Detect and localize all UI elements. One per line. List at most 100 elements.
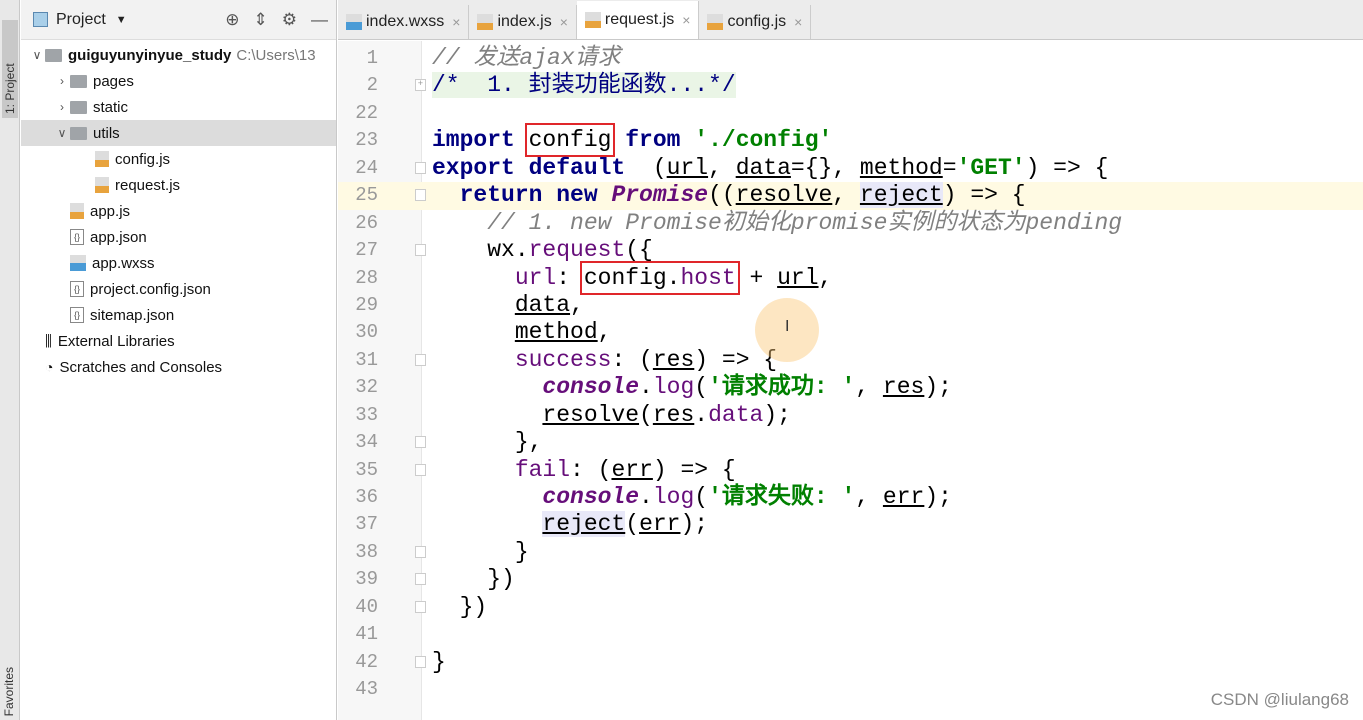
project-view-dropdown[interactable]: Project xyxy=(56,11,106,29)
favorites-tool-button[interactable]: Favorites xyxy=(2,667,16,716)
collapse-all-icon[interactable]: ⇕ xyxy=(254,10,268,30)
tool-window-strip: 1: Project Favorites xyxy=(0,0,20,720)
collapse-fold-icon[interactable] xyxy=(415,353,426,366)
tab-label: index.js xyxy=(497,13,552,30)
code-line: 32 console.log('请求成功: ', res); xyxy=(338,374,1363,401)
chevron-right-icon[interactable]: › xyxy=(54,74,70,88)
line-number: 25 xyxy=(355,184,378,207)
tree-item-app-js[interactable]: app.js xyxy=(21,198,336,224)
line-number: 2 xyxy=(366,74,378,97)
code-token: reject xyxy=(859,182,943,209)
tab-config-js[interactable]: config.js × xyxy=(699,5,812,39)
code-text: import config from './config' xyxy=(432,123,832,158)
css-file-icon xyxy=(70,255,86,271)
project-tool-button[interactable]: 1: Project xyxy=(2,20,18,118)
gear-icon[interactable]: ⚙ xyxy=(282,10,297,30)
code-token: err xyxy=(639,511,681,538)
collapse-fold-icon[interactable] xyxy=(415,655,426,668)
code-line: 33 resolve(res.data); xyxy=(338,402,1363,429)
code-line: 35 fail: (err) => { xyxy=(338,457,1363,484)
close-icon[interactable]: × xyxy=(682,12,690,28)
chevron-down-icon[interactable]: ∨ xyxy=(29,48,45,62)
code-token: console xyxy=(542,484,640,510)
tree-item-app-wxss[interactable]: app.wxss xyxy=(21,250,336,276)
code-token: : ( xyxy=(570,456,612,483)
code-token: url xyxy=(777,264,819,291)
line-number: 35 xyxy=(355,458,378,481)
tree-item-guiguyunyinyue-study[interactable]: ∨ guiguyunyinyue_study C:\Users\13 xyxy=(21,42,336,68)
code-line: 31 success: (res) => { xyxy=(338,347,1363,374)
line-number: 34 xyxy=(355,431,378,454)
code-token: res xyxy=(882,374,925,401)
code-text: resolve(res.data); xyxy=(432,402,791,429)
line-number: 33 xyxy=(355,403,378,426)
project-icon xyxy=(33,12,48,27)
code-token: = xyxy=(942,154,957,181)
code-text: } xyxy=(432,539,529,566)
tree-item-label: Scratches and Consoles xyxy=(59,358,223,376)
code-token: export default xyxy=(432,154,653,181)
locate-icon[interactable]: ⊕ xyxy=(225,10,239,30)
close-icon[interactable]: × xyxy=(794,14,802,30)
tree-item-label: guiguyunyinyue_study xyxy=(68,46,232,64)
tree-item-app-json[interactable]: {} app.json xyxy=(21,224,336,250)
tree-item-external-libraries[interactable]: ⫼ External Libraries xyxy=(21,328,336,354)
code-token: url xyxy=(666,154,709,181)
tab-label: config.js xyxy=(727,13,787,30)
editor-tabs: index.wxss × index.js × request.js × config.js… xyxy=(338,0,1363,40)
line-number: 27 xyxy=(355,239,378,262)
tree-item-pages[interactable]: › pages xyxy=(21,68,336,94)
chevron-down-icon[interactable]: ▼ xyxy=(116,14,127,26)
tree-item-utils[interactable]: ∨ utils xyxy=(21,120,336,146)
collapse-fold-icon[interactable] xyxy=(415,161,426,174)
tree-item-sitemap-json[interactable]: {} sitemap.json xyxy=(21,302,336,328)
hide-icon[interactable]: — xyxy=(311,10,328,30)
tab-index-wxss[interactable]: index.wxss × xyxy=(338,5,470,39)
collapse-fold-icon[interactable] xyxy=(415,436,426,449)
project-panel-header: Project ▼ ⊕ ⇕ ⚙ — xyxy=(21,0,336,40)
line-number: 36 xyxy=(355,486,378,508)
close-icon[interactable]: × xyxy=(452,14,460,30)
code-text: success: (res) => { xyxy=(432,347,777,374)
tree-item-config-js[interactable]: config.js xyxy=(21,146,336,172)
line-number: 38 xyxy=(355,540,378,563)
code-token: . xyxy=(694,401,709,428)
line-number: 40 xyxy=(355,595,378,618)
tree-item-request-js[interactable]: request.js xyxy=(21,172,336,198)
collapse-fold-icon[interactable] xyxy=(415,244,426,257)
collapse-fold-icon[interactable] xyxy=(415,600,426,613)
collapse-fold-icon[interactable] xyxy=(415,545,426,558)
code-token: ( xyxy=(694,374,709,401)
code-text: fail: (err) => { xyxy=(432,457,736,484)
collapse-fold-icon[interactable] xyxy=(415,573,426,586)
tree-item-scratches-and-consoles[interactable]: ◔ Scratches and Consoles xyxy=(21,354,336,380)
chevron-right-icon[interactable]: › xyxy=(54,100,70,114)
code-token: ( xyxy=(639,401,653,428)
tree-item-project-config-json[interactable]: {} project.config.json xyxy=(21,276,336,302)
code-line: 28 url: config.host + url, xyxy=(338,260,1363,295)
folder-icon xyxy=(45,48,62,62)
project-panel: Project ▼ ⊕ ⇕ ⚙ — ∨ guiguyunyinyue_study C… xyxy=(21,0,337,720)
close-icon[interactable]: × xyxy=(560,14,568,30)
code-token: method xyxy=(514,319,598,346)
code-token: // 发送ajax请求 xyxy=(432,45,621,71)
tree-item-static[interactable]: › static xyxy=(21,94,336,120)
json-file-icon: {} xyxy=(70,281,84,297)
tree-item-label: app.js xyxy=(90,202,131,220)
tab-index-js[interactable]: index.js × xyxy=(469,5,577,39)
collapse-fold-icon[interactable] xyxy=(415,463,426,476)
chevron-down-icon[interactable]: ∨ xyxy=(54,126,70,140)
code-line: 36 console.log('请求失败: ', err); xyxy=(338,484,1363,511)
code-line: 27 wx.request({ xyxy=(338,237,1363,264)
tab-request-js[interactable]: request.js × xyxy=(576,1,700,39)
code-token: ( xyxy=(625,511,640,538)
code-editor[interactable]: 1 // 发送ajax请求 2 + /* 1. 封装功能函数...*/ 22 23 impor… xyxy=(338,45,1363,704)
code-line: 41 xyxy=(338,621,1363,648)
code-line: 38 } xyxy=(338,539,1363,566)
code-token: }, xyxy=(432,429,543,456)
collapse-fold-icon[interactable] xyxy=(415,189,426,202)
code-line: 37 reject(err); xyxy=(338,511,1363,538)
expand-fold-icon[interactable]: + xyxy=(415,79,426,92)
js-file-icon xyxy=(584,12,601,28)
